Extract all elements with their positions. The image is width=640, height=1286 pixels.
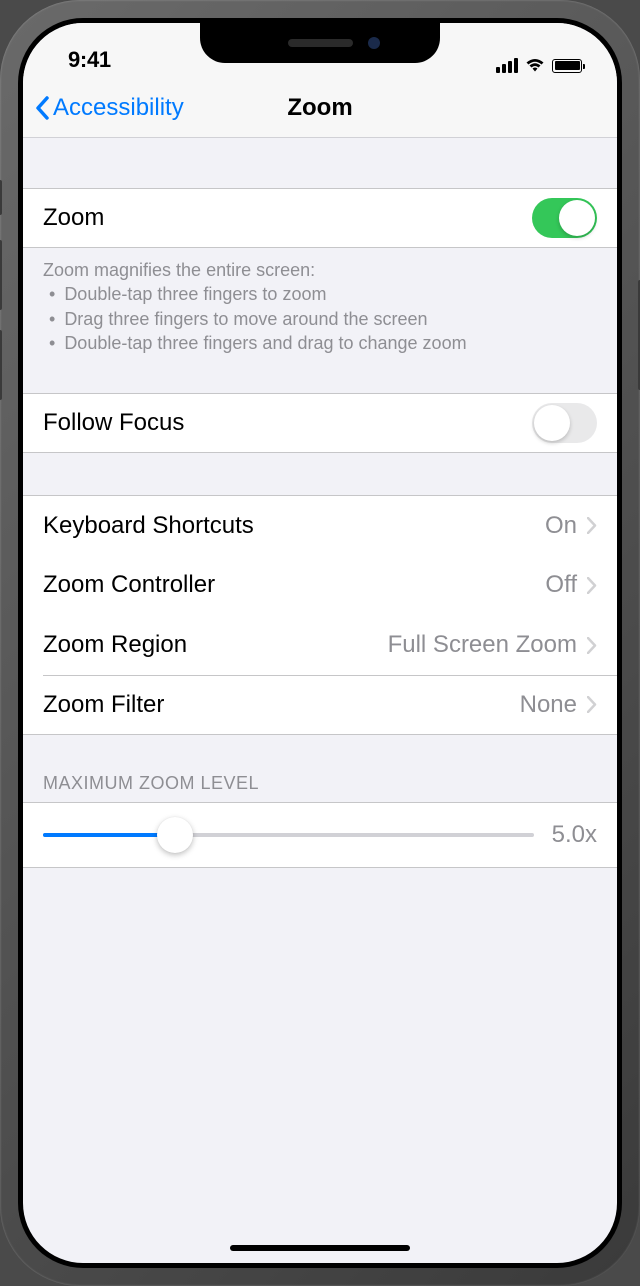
page-title: Zoom — [287, 94, 352, 122]
cell-label: Keyboard Shortcuts — [43, 512, 254, 540]
chevron-right-icon — [587, 517, 597, 534]
chevron-right-icon — [587, 696, 597, 713]
content-scroll[interactable]: Zoom Zoom magnifies the entire screen: D… — [23, 138, 617, 1263]
speaker-grille — [288, 39, 353, 47]
follow-focus-row[interactable]: Follow Focus — [23, 393, 617, 453]
zoom-filter-row[interactable]: Zoom Filter None — [23, 675, 617, 735]
cell-label: Zoom Controller — [43, 571, 215, 599]
back-button[interactable]: Accessibility — [35, 94, 184, 122]
cell-label: Zoom Filter — [43, 691, 164, 719]
status-time: 9:41 — [68, 47, 111, 73]
zoom-toggle[interactable] — [532, 198, 597, 238]
battery-icon — [552, 59, 582, 73]
zoom-desc-intro: Zoom magnifies the entire screen: — [43, 258, 597, 282]
follow-focus-label: Follow Focus — [43, 409, 184, 437]
cell-value: None — [520, 691, 577, 719]
keyboard-shortcuts-row[interactable]: Keyboard Shortcuts On — [23, 495, 617, 555]
zoom-toggle-row[interactable]: Zoom — [23, 188, 617, 248]
zoom-toggle-label: Zoom — [43, 204, 104, 232]
max-zoom-header: Maximum Zoom Level — [23, 765, 617, 802]
silent-switch[interactable] — [0, 180, 2, 215]
max-zoom-value: 5.0x — [552, 821, 597, 849]
status-icons — [496, 58, 582, 73]
max-zoom-slider-row: 5.0x — [23, 802, 617, 868]
zoom-description: Zoom magnifies the entire screen: Double… — [23, 248, 617, 365]
zoom-desc-bullet: Drag three fingers to move around the sc… — [49, 307, 597, 331]
cell-label: Zoom Region — [43, 631, 187, 659]
volume-up-button[interactable] — [0, 240, 2, 310]
chevron-left-icon — [35, 96, 49, 120]
phone-frame: 9:41 — [0, 0, 640, 1286]
zoom-desc-bullet: Double-tap three fingers to zoom — [49, 282, 597, 306]
back-label: Accessibility — [53, 94, 184, 122]
zoom-desc-bullet: Double-tap three fingers and drag to cha… — [49, 331, 597, 355]
chevron-right-icon — [587, 577, 597, 594]
navigation-bar: Accessibility Zoom — [23, 78, 617, 138]
home-indicator[interactable] — [230, 1245, 410, 1251]
follow-focus-toggle[interactable] — [532, 403, 597, 443]
screen: 9:41 — [23, 23, 617, 1263]
wifi-icon — [525, 58, 545, 73]
cell-value: Full Screen Zoom — [388, 631, 577, 659]
cell-value: On — [545, 512, 577, 540]
front-camera — [368, 37, 380, 49]
max-zoom-slider[interactable] — [43, 833, 534, 837]
zoom-region-row[interactable]: Zoom Region Full Screen Zoom — [23, 615, 617, 675]
volume-down-button[interactable] — [0, 330, 2, 400]
notch — [200, 23, 440, 63]
chevron-right-icon — [587, 637, 597, 654]
cell-value: Off — [545, 571, 577, 599]
cellular-signal-icon — [496, 58, 518, 73]
slider-thumb[interactable] — [157, 817, 193, 853]
zoom-controller-row[interactable]: Zoom Controller Off — [23, 555, 617, 615]
